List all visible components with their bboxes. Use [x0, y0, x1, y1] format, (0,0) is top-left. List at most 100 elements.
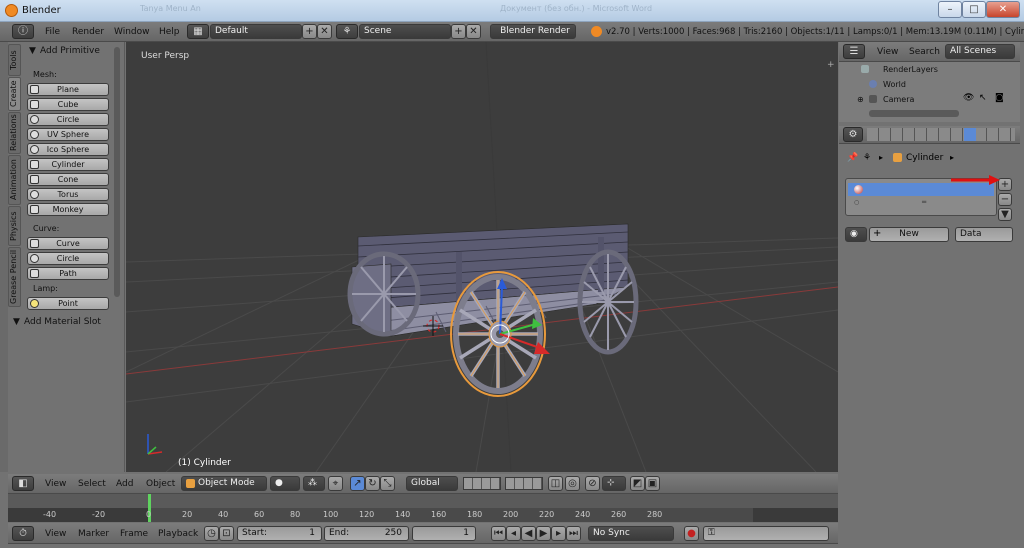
editor-type-properties-icon[interactable]: ⚙ [843, 127, 863, 142]
keying-set-field[interactable]: ⚿ [703, 526, 829, 541]
add-ico-sphere-button[interactable]: Ico Sphere [27, 143, 109, 156]
editor-type-outliner-icon[interactable]: ☰ [843, 44, 865, 59]
add-material-slot-panel[interactable]: Add Material Slot [24, 317, 101, 327]
add-cube-button[interactable]: Cube [27, 98, 109, 111]
menu-add[interactable]: Add [116, 479, 133, 489]
add-curve-button[interactable]: Curve [27, 237, 109, 250]
end-frame-field[interactable]: End: 250 [324, 526, 409, 541]
menu-view[interactable]: View [45, 479, 66, 489]
scene-icon[interactable]: ⚘ [336, 24, 358, 39]
play-reverse-icon[interactable]: ◀ [521, 526, 536, 541]
outliner-display-select[interactable]: All Scenes [945, 44, 1015, 59]
3d-viewport[interactable]: User Persp (1) Cylinder + [126, 42, 838, 472]
screen-layout-select[interactable]: Default [210, 24, 302, 39]
add-plane-button[interactable]: Plane [27, 83, 109, 96]
scene-select[interactable]: Scene [359, 24, 451, 39]
manipulator-toggle-icon[interactable]: ⌖ [328, 476, 343, 491]
translate-manipulator-icon[interactable]: ↗ [350, 476, 365, 491]
render-engine-select[interactable]: Blender Render [490, 24, 576, 39]
add-primitive-panel-arrow[interactable]: ▼ [29, 46, 36, 56]
current-frame-field[interactable]: 1 [412, 526, 476, 541]
outliner-scrollbar[interactable] [869, 110, 959, 117]
add-monkey-button[interactable]: Monkey [27, 203, 109, 216]
add-primitive-panel-title[interactable]: Add Primitive [40, 46, 100, 56]
add-path-button[interactable]: Path [27, 267, 109, 280]
material-browse-select[interactable]: ◉ [845, 227, 867, 242]
renderable-camera-icon[interactable]: ◙ [995, 93, 1004, 103]
add-cone-button[interactable]: Cone [27, 173, 109, 186]
outliner-menu-search[interactable]: Search [909, 47, 940, 57]
add-point-lamp-button[interactable]: Point [27, 297, 109, 310]
render-animation-icon[interactable]: ▣ [645, 476, 660, 491]
outliner-menu-view[interactable]: View [877, 47, 898, 57]
editor-type-info-icon[interactable]: ⓘ [12, 24, 34, 39]
add-curve-circle-button[interactable]: Circle [27, 252, 109, 265]
tab-relations[interactable]: Relations [8, 112, 21, 154]
outliner-tree[interactable]: RenderLayers World ⊕ Camera 👁 ↖ ◙ [839, 62, 1020, 122]
add-circle-button[interactable]: Circle [27, 113, 109, 126]
menu-file[interactable]: File [45, 27, 60, 37]
close-button[interactable]: ✕ [986, 1, 1020, 18]
timeline-menu-frame[interactable]: Frame [120, 529, 148, 539]
tab-tools[interactable]: Tools [8, 44, 21, 76]
add-scene-icon[interactable]: + [451, 24, 466, 39]
timeline-menu-marker[interactable]: Marker [78, 529, 109, 539]
front-wheel-selected[interactable] [450, 271, 546, 397]
menu-window[interactable]: Window [114, 27, 150, 37]
proportional-edit-icon[interactable]: ◎ [565, 476, 580, 491]
material-context-tab[interactable] [964, 128, 976, 141]
scale-manipulator-icon[interactable]: ⤡ [380, 476, 395, 491]
rotate-manipulator-icon[interactable]: ↻ [365, 476, 380, 491]
selectable-arrow-icon[interactable]: ↖ [979, 93, 987, 103]
timeline-ruler[interactable] [8, 494, 838, 508]
layer-buttons-right[interactable] [505, 477, 543, 490]
add-cylinder-button[interactable]: Cylinder [27, 158, 109, 171]
outliner-item-world[interactable]: World [883, 80, 906, 89]
menu-render[interactable]: Render [72, 27, 104, 37]
maximize-button[interactable]: □ [962, 1, 986, 18]
remove-layout-icon[interactable]: ✕ [317, 24, 332, 39]
start-frame-field[interactable]: Start: 1 [237, 526, 322, 541]
editor-type-3d-icon[interactable]: ◧ [12, 476, 34, 491]
timeline-track[interactable] [8, 494, 838, 522]
render-still-icon[interactable]: ◩ [630, 476, 645, 491]
play-icon[interactable]: ▶ [536, 526, 551, 541]
menu-help[interactable]: Help [159, 27, 180, 37]
viewport-shading-select[interactable]: ● [270, 476, 300, 491]
next-keyframe-icon[interactable]: ▸ [551, 526, 566, 541]
outliner-item-renderlayers[interactable]: RenderLayers [883, 65, 938, 74]
tab-grease-pencil[interactable]: Grease Pencil [8, 247, 21, 307]
list-resize-handle[interactable]: ═ [922, 198, 926, 206]
viewport-scene[interactable] [126, 42, 838, 472]
timeline-menu-view[interactable]: View [45, 529, 66, 539]
properties-context-tabs[interactable] [867, 128, 1015, 141]
transform-orientation-select[interactable]: Global [406, 476, 458, 491]
sync-mode-select[interactable]: No Sync [588, 526, 674, 541]
add-torus-button[interactable]: Torus [27, 188, 109, 201]
jump-start-icon[interactable]: ⏮ [491, 526, 506, 541]
material-link-select[interactable]: Data [955, 227, 1013, 242]
tab-create[interactable]: Create [8, 77, 21, 111]
minimize-button[interactable]: – [938, 1, 962, 18]
menu-select[interactable]: Select [78, 479, 106, 489]
snap-icon[interactable]: ⊘ [585, 476, 600, 491]
preview-range-icon[interactable]: ◷ [204, 526, 219, 541]
timeline-menu-playback[interactable]: Playback [158, 529, 198, 539]
layer-lock-icon[interactable]: ◫ [548, 476, 563, 491]
list-filter-icon[interactable]: ○ [854, 199, 859, 206]
tab-physics[interactable]: Physics [8, 206, 21, 246]
editor-type-timeline-icon[interactable]: ⏱ [12, 526, 34, 541]
cart-model[interactable] [347, 223, 639, 397]
expand-camera-icon[interactable]: ⊕ [857, 95, 864, 104]
remove-material-slot-button[interactable]: − [998, 193, 1012, 206]
remove-scene-icon[interactable]: ✕ [466, 24, 481, 39]
add-layout-icon[interactable]: + [302, 24, 317, 39]
visibility-eye-icon[interactable]: 👁 [963, 93, 974, 103]
tool-shelf-scrollbar[interactable] [114, 47, 120, 297]
layer-buttons-left[interactable] [463, 477, 501, 490]
prev-keyframe-icon[interactable]: ◂ [506, 526, 521, 541]
record-icon[interactable]: ● [684, 526, 699, 541]
material-panel-arrow[interactable]: ▼ [13, 317, 20, 327]
menu-object[interactable]: Object [146, 479, 175, 489]
material-specials-button[interactable]: ▼ [998, 208, 1012, 221]
